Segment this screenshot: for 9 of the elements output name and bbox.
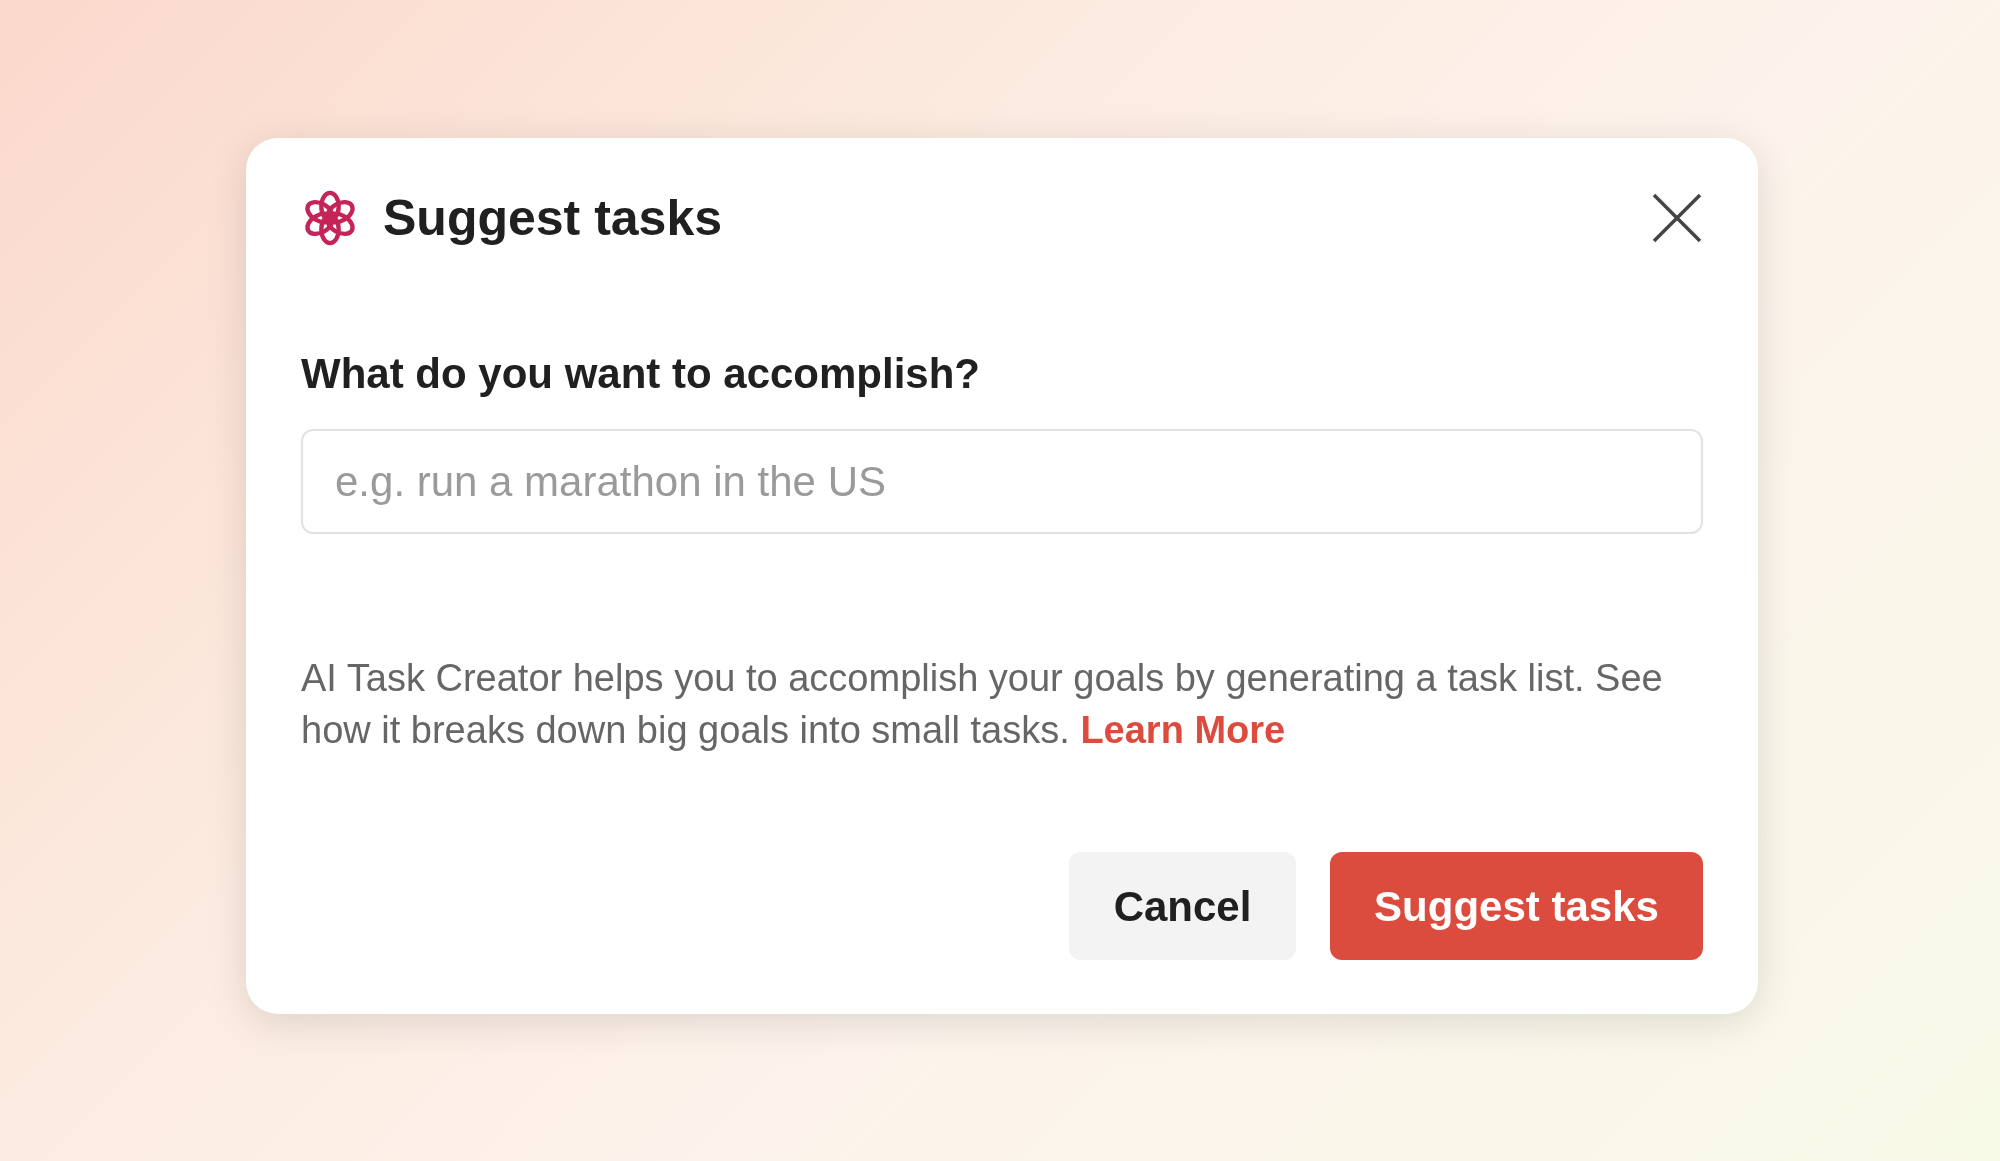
question-label: What do you want to accomplish? xyxy=(301,349,981,399)
close-icon xyxy=(1651,192,1703,244)
suggest-tasks-button[interactable]: Suggest tasks xyxy=(1330,852,1703,960)
description-text: AI Task Creator helps you to accomplish your goals by generating a task list. See how it breaks down big goals into small tasks. Learn More xyxy=(301,656,1664,753)
dialog-title: Suggest tasks xyxy=(383,189,722,248)
goal-input-field[interactable]: e.g. run a marathon in the US xyxy=(301,429,1703,534)
cancel-button[interactable]: Cancel xyxy=(1069,852,1296,960)
learn-more-link[interactable]: Learn More xyxy=(1080,709,1286,751)
close-button[interactable] xyxy=(1651,192,1703,244)
